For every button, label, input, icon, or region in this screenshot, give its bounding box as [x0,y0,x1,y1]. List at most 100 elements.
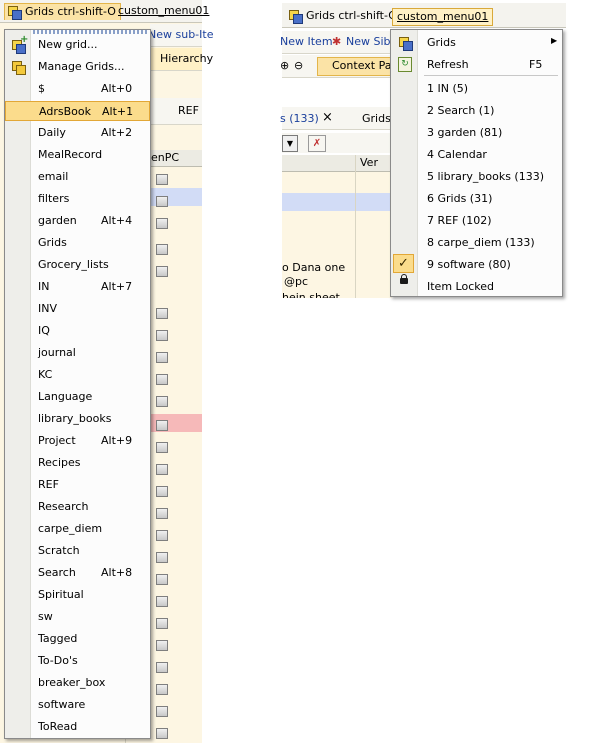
grid-checkbox[interactable] [156,728,168,739]
left-menu-item[interactable]: Manage Grids... [5,57,150,77]
left-menu-item[interactable]: ToRead [5,717,150,737]
right-menu-item[interactable]: Grids [391,32,562,54]
right-menu-item[interactable]: 1 IN (5) [391,78,562,100]
right-filter-row: ▼ ✗ [282,133,392,153]
right-menu-item[interactable]: Refresh F5 [391,54,562,76]
right-menu-item[interactable]: 5 library_books (133) [391,166,562,188]
right-menu-item[interactable]: Item Locked [391,276,562,298]
right-menu-item[interactable]: 6 Grids (31) [391,188,562,210]
menu-drag-handle[interactable] [33,30,147,34]
left-toolbar-1: New sub-Ite [148,24,213,47]
right-menu-item-shortcut: F5 [529,58,543,71]
left-menu-item[interactable]: filters [5,189,150,209]
column-header-pc[interactable]: enPC [151,151,179,164]
left-menu-item[interactable]: Project Alt+9 [5,431,150,451]
filter-dropdown[interactable]: ▼ [282,135,298,152]
left-menu-item[interactable]: Daily Alt+2 [5,123,150,143]
left-menu-item[interactable]: library_books [5,409,150,429]
left-menu-item[interactable]: breaker_box [5,673,150,693]
left-menu-item[interactable]: IN Alt+7 [5,277,150,297]
left-menu-item[interactable]: REF [5,475,150,495]
grid-checkbox[interactable] [156,486,168,497]
grids-tab[interactable]: Grids [362,112,391,125]
close-tab-icon[interactable]: × [322,110,333,125]
left-menu-item[interactable]: email [5,167,150,187]
right-menu-item[interactable]: 7 REF (102) [391,210,562,232]
left-menu-item[interactable]: Recipes [5,453,150,473]
clear-filter-icon[interactable]: ✗ [308,135,326,152]
grid-checkbox[interactable] [156,508,168,519]
left-menu-item[interactable]: carpe_diem [5,519,150,539]
left-menu-item-label: KC [38,368,53,381]
grid-checkbox[interactable] [156,196,168,207]
left-menu-item[interactable]: MealRecord [5,145,150,165]
left-menu-item[interactable]: Language [5,387,150,407]
left-menu-item[interactable]: INV [5,299,150,319]
left-menu-item[interactable]: $ Alt+0 [5,79,150,99]
left-menu-item[interactable]: garden Alt+4 [5,211,150,231]
left-menu-item[interactable]: IQ [5,321,150,341]
left-menu-item-label: Language [38,390,93,403]
column-header-ver[interactable]: Ver [360,156,378,169]
grid-checkbox[interactable] [156,442,168,453]
grid-checkbox[interactable] [156,596,168,607]
new-sibling-icon: ✱ [332,35,342,48]
grid-checkbox[interactable] [156,530,168,541]
new-item-button[interactable]: New Item [280,35,333,48]
right-menu-item[interactable]: 9 software (80) [391,254,562,276]
left-menu-item[interactable]: Tagged [5,629,150,649]
left-custom-menu-tab[interactable]: custom_menu01 [114,3,213,19]
grid-checkbox[interactable] [156,244,168,255]
left-menu-item[interactable]: To-Do's [5,651,150,671]
grid-checkbox[interactable] [156,618,168,629]
grid-checkbox[interactable] [156,464,168,475]
left-toolbar-2: Hierarchy [150,48,213,71]
menu-separator [424,75,558,76]
left-menu-item[interactable]: Search Alt+8 [5,563,150,583]
grid-checkbox[interactable] [156,374,168,385]
grid-checkbox[interactable] [156,308,168,319]
zoom-in-icon[interactable]: ⊕ [280,59,289,72]
right-grids-menu-tab[interactable]: Grids ctrl-shift-O [286,8,401,24]
left-menu-item-label: garden [38,214,77,227]
right-grids-tab-label: Grids ctrl-shift-O [306,9,397,22]
grid-checkbox[interactable] [156,330,168,341]
right-menu-item[interactable]: 2 Search (1) [391,100,562,122]
left-menu-item[interactable]: Spiritual [5,585,150,605]
right-custom-menu-tab[interactable]: custom_menu01 [392,8,494,26]
ref-tab[interactable]: REF [178,104,199,117]
left-menu-item[interactable]: AdrsBook Alt+1 [5,101,150,121]
grid-checkbox[interactable] [156,662,168,673]
zoom-out-icon[interactable]: ⊖ [294,59,303,72]
left-menu-item[interactable]: sw [5,607,150,627]
right-menu-item[interactable]: 4 Calendar [391,144,562,166]
left-menu-item[interactable]: journal [5,343,150,363]
grid-checkbox[interactable] [156,266,168,277]
left-menu-item[interactable]: Grids [5,233,150,253]
grid-checkbox[interactable] [156,218,168,229]
grid-checkbox[interactable] [156,352,168,363]
right-menu-item[interactable]: 8 carpe_diem (133) [391,232,562,254]
grid-tab-count[interactable]: s (133) [280,112,319,125]
right-menu-item-label: 2 Search (1) [427,104,495,117]
grid-checkbox[interactable] [156,640,168,651]
new-sub-item-button[interactable]: New sub-Ite [148,28,213,41]
left-menu-item[interactable]: Research [5,497,150,517]
grid-checkbox[interactable] [156,552,168,563]
grid-checkbox[interactable] [156,420,168,431]
grid-checkbox[interactable] [156,574,168,585]
hierarchy-button[interactable]: Hierarchy [160,52,213,65]
grid-checkbox[interactable] [156,706,168,717]
left-menu-item-label: Grocery_lists [38,258,109,271]
grid-checkbox[interactable] [156,174,168,185]
left-menu-item[interactable]: software [5,695,150,715]
left-menu-item-label: Daily [38,126,66,139]
left-grids-menu-tab[interactable]: Grids ctrl-shift-O [4,3,121,20]
left-menu-item[interactable]: Scratch [5,541,150,561]
left-menu-item[interactable]: Grocery_lists [5,255,150,275]
right-menu-item[interactable]: 3 garden (81) [391,122,562,144]
grid-checkbox[interactable] [156,684,168,695]
left-menu-item[interactable]: KC [5,365,150,385]
grid-checkbox[interactable] [156,396,168,407]
left-menu-item-label: Manage Grids... [38,60,125,73]
